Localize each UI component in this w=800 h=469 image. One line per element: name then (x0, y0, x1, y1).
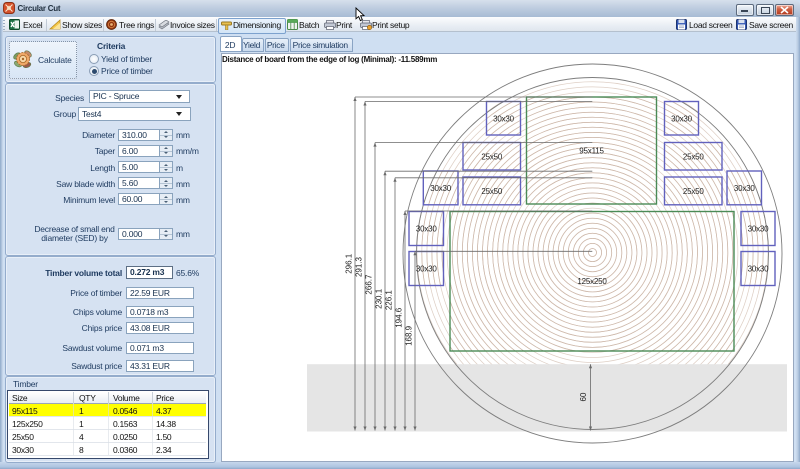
svg-text:60: 60 (579, 392, 588, 401)
svg-text:30x30: 30x30 (671, 114, 693, 123)
svg-text:266.7: 266.7 (365, 274, 374, 295)
svg-text:30x30: 30x30 (430, 184, 452, 193)
svg-text:25x50: 25x50 (683, 187, 705, 196)
svg-text:30x30: 30x30 (416, 265, 438, 274)
svg-text:95x115: 95x115 (579, 147, 604, 156)
svg-text:30x30: 30x30 (748, 265, 770, 274)
svg-text:125x250: 125x250 (577, 277, 607, 286)
svg-text:30x30: 30x30 (734, 184, 756, 193)
svg-text:25x50: 25x50 (481, 187, 503, 196)
svg-text:296.1: 296.1 (345, 253, 354, 274)
svg-text:226.1: 226.1 (385, 290, 394, 311)
svg-text:30x30: 30x30 (493, 114, 515, 123)
svg-text:168.9: 168.9 (405, 325, 414, 346)
svg-text:194.6: 194.6 (395, 307, 404, 328)
svg-text:25x50: 25x50 (683, 152, 705, 161)
svg-text:25x50: 25x50 (481, 152, 503, 161)
svg-text:230.1: 230.1 (375, 288, 384, 309)
svg-text:30x30: 30x30 (748, 225, 770, 234)
svg-text:291.3: 291.3 (355, 256, 364, 277)
svg-text:30x30: 30x30 (416, 225, 438, 234)
